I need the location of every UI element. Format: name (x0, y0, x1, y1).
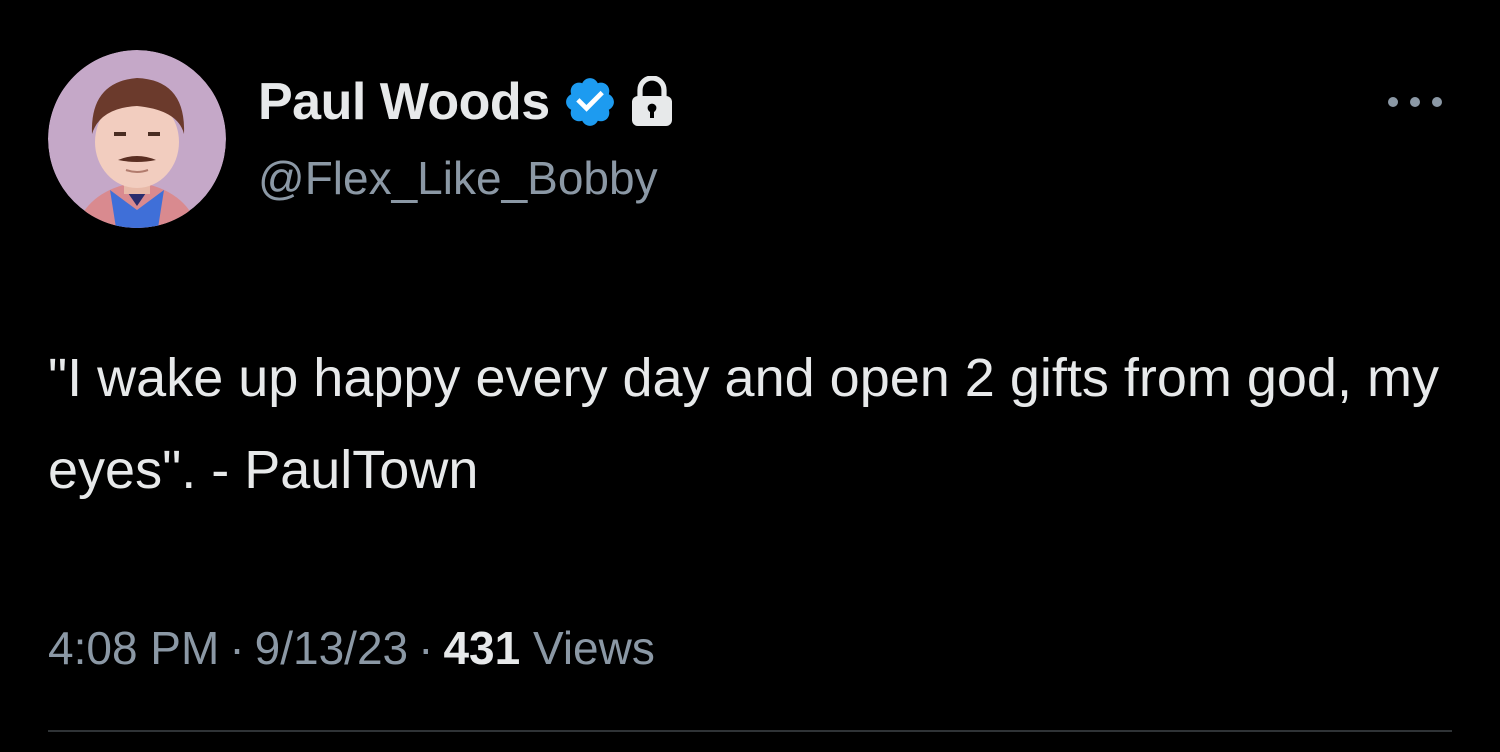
tweet-time[interactable]: 4:08 PM (48, 622, 219, 674)
tweet-date[interactable]: 9/13/23 (255, 622, 408, 674)
tweet-meta: 4:08 PM · 9/13/23 · 431 Views (48, 618, 655, 678)
more-options-icon[interactable] (1384, 92, 1446, 112)
lock-icon (630, 75, 674, 128)
display-name[interactable]: Paul Woods (258, 66, 550, 138)
views-count: 431 (443, 622, 521, 674)
meta-separator: · (229, 622, 245, 674)
meta-separator: · (418, 622, 434, 674)
views-label: Views (532, 622, 655, 674)
divider (48, 730, 1452, 732)
name-row: Paul Woods (258, 66, 674, 138)
tweet-card: Paul Woods @Flex_Like_Bobby "I wake up h… (0, 0, 1500, 752)
avatar[interactable] (48, 50, 226, 228)
tweet-text: "I wake up happy every day and open 2 gi… (48, 348, 1454, 500)
avatar-image (48, 50, 226, 228)
user-info: Paul Woods @Flex_Like_Bobby (258, 66, 674, 210)
user-handle[interactable]: @Flex_Like_Bobby (258, 146, 674, 210)
verified-badge-icon[interactable] (562, 74, 618, 130)
